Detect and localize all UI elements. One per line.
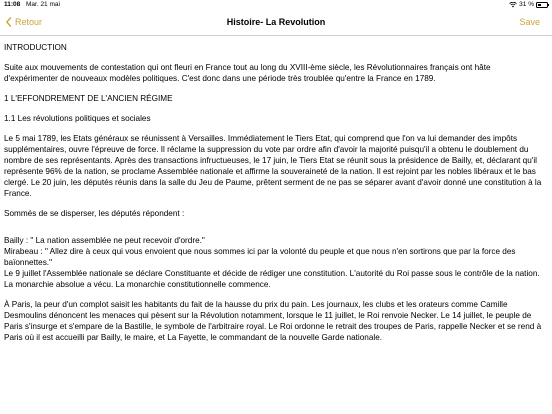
section-heading-1: 1 L'EFFONDREMENT DE L'ANCIEN RÉGIME: [4, 94, 173, 103]
doc-paragraph-2: Sommés de se disperser, les députés répo…: [4, 209, 185, 218]
status-time: 11:08: [4, 1, 21, 8]
section-heading-1-1: 1.1 Les révolutions politiques et social…: [4, 114, 151, 123]
quote-bailly: Bailly : " La nation assemblée ne peut r…: [4, 236, 205, 245]
document-text-area[interactable]: INTRODUCTION Suite aux mouvements de con…: [4, 42, 544, 343]
navigation-bar: Retour Histoire- La Revolution Save: [0, 10, 552, 36]
status-bar: 11:08 Mar. 21 mai 31 %: [0, 0, 552, 10]
status-date: Mar. 21 mai: [26, 1, 60, 8]
doc-paragraph-1: Le 5 mai 1789, les Etats généraux se réu…: [4, 134, 542, 198]
doc-paragraph-3: Le 9 juillet l'Assemblée nationale se dé…: [4, 269, 540, 289]
save-button[interactable]: Save: [519, 17, 540, 27]
quote-mirabeau: Mirabeau : " Allez dire à ceux qui vous …: [4, 247, 516, 267]
wifi-icon: [509, 1, 517, 7]
doc-intro: Suite aux mouvements de contestation qui…: [4, 63, 491, 83]
doc-heading: INTRODUCTION: [4, 43, 67, 52]
battery-percent: 31 %: [519, 1, 534, 8]
battery-icon: [536, 1, 549, 8]
doc-paragraph-4: À Paris, la peur d'un complot saisit les…: [4, 300, 542, 342]
status-indicators: 31 %: [509, 1, 549, 8]
page-title: Histoire- La Revolution: [226, 17, 326, 27]
